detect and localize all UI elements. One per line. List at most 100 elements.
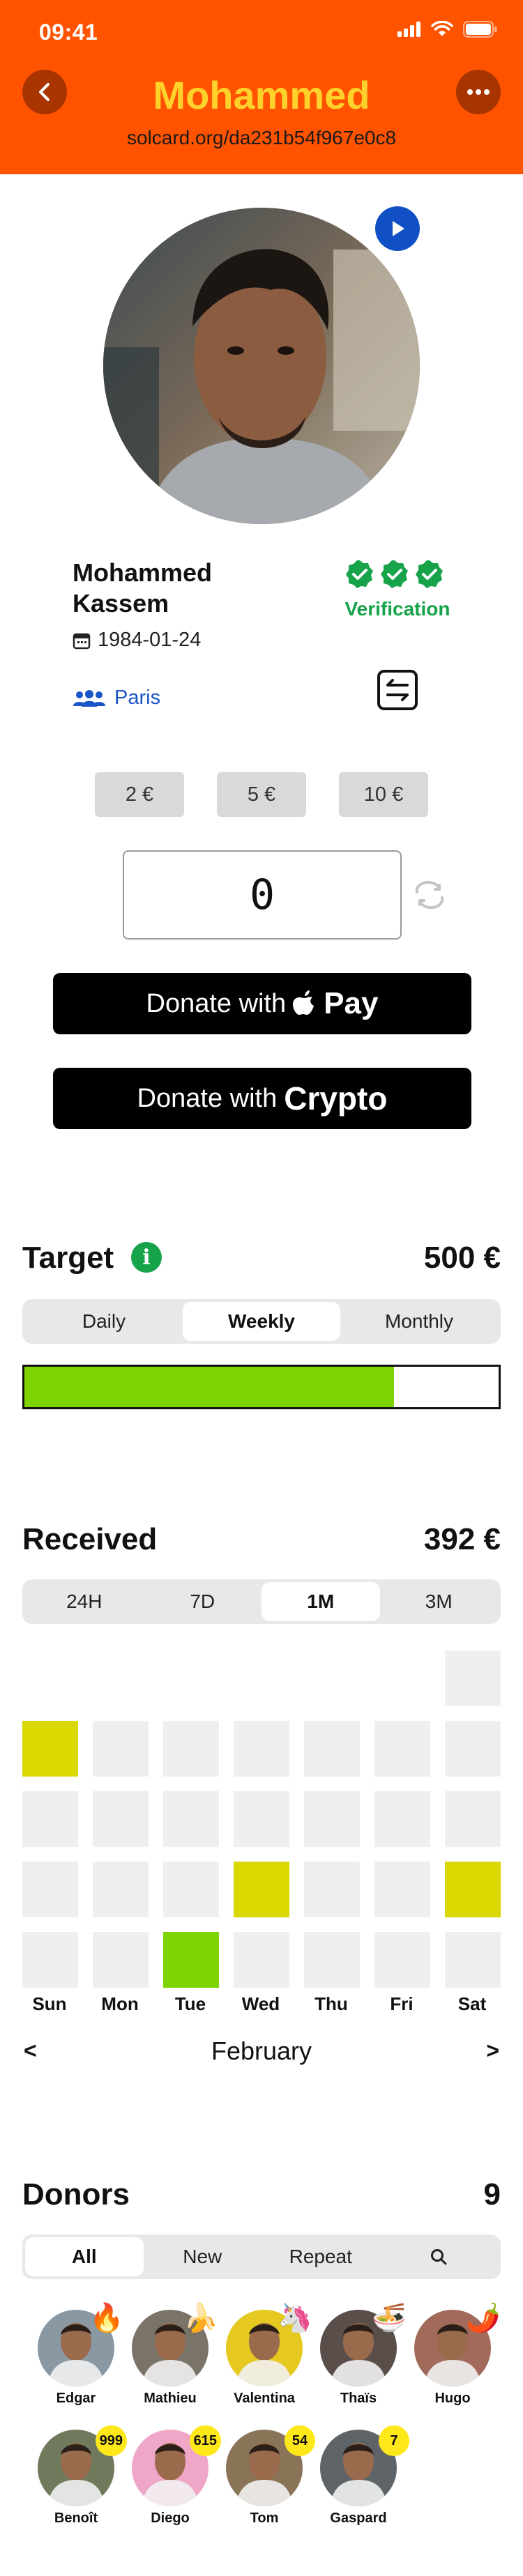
swap-arrows-icon	[377, 670, 418, 710]
tab-weekly[interactable]: Weekly	[183, 1302, 340, 1341]
received-value: 392 €	[423, 1522, 501, 1556]
donor-item[interactable]: 🌶️ Hugo	[402, 2303, 501, 2414]
donor-name: Thaïs	[340, 2391, 377, 2406]
wifi-icon	[431, 21, 453, 36]
donor-item[interactable]: 615 Diego	[119, 2425, 221, 2534]
heatmap-cell[interactable]	[93, 1721, 149, 1777]
donor-item[interactable]: 🔥 Edgar	[25, 2303, 124, 2414]
info-icon[interactable]: i	[131, 1242, 162, 1273]
heatmap-cell[interactable]	[163, 1932, 219, 1988]
signal-icon	[397, 22, 420, 37]
heatmap-cell[interactable]	[234, 1791, 289, 1847]
profile-url[interactable]: solcard.org/da231b54f967e0c8	[0, 127, 523, 149]
heatmap-cell[interactable]	[22, 1721, 78, 1777]
heatmap-cell[interactable]	[374, 1932, 430, 1988]
donor-name: Tom	[250, 2510, 279, 2526]
apple-logo-icon	[293, 990, 314, 1015]
donors-count: 9	[483, 2177, 501, 2211]
search-icon	[431, 2249, 447, 2265]
donor-item[interactable]: 🍜 Thaïs	[308, 2303, 407, 2414]
donor-name: Valentina	[234, 2391, 295, 2406]
tab-24h[interactable]: 24H	[25, 1582, 144, 1621]
battery-icon	[463, 21, 497, 38]
switch-card-button[interactable]	[375, 668, 420, 712]
donor-item[interactable]: 999 Benoît	[25, 2425, 127, 2534]
preset-amount-button[interactable]: 10 €	[339, 772, 428, 817]
location: Paris	[73, 687, 160, 710]
heatmap-cell[interactable]	[163, 1721, 219, 1777]
heatmap-cell[interactable]	[234, 1932, 289, 1988]
currency-switch-button[interactable]	[413, 880, 446, 910]
donor-name: Hugo	[434, 2391, 471, 2406]
donate-apple-prefix: Donate with	[146, 988, 287, 1018]
heatmap-cell[interactable]	[93, 1862, 149, 1917]
heatmap-cell[interactable]	[22, 1862, 78, 1917]
app-header: 09:41 Mohammed solcard.org/da231b54f967e…	[0, 0, 523, 174]
donor-name: Benoît	[54, 2510, 98, 2526]
tab-3m[interactable]: 3M	[380, 1582, 499, 1621]
tab-repeat[interactable]: Repeat	[262, 2237, 380, 2276]
heatmap-cell[interactable]	[304, 1791, 360, 1847]
verified-check-icon	[381, 560, 408, 588]
tab-new[interactable]: New	[144, 2237, 262, 2276]
heatmap-cell[interactable]	[163, 1862, 219, 1917]
heatmap-cell[interactable]	[374, 1721, 430, 1777]
city-label: Paris	[114, 687, 161, 709]
heatmap-cell[interactable]	[163, 1791, 219, 1847]
heatmap-cell[interactable]	[93, 1791, 149, 1847]
status-bar: 09:41	[0, 0, 523, 63]
tab-monthly[interactable]: Monthly	[340, 1302, 498, 1341]
donate-crypto-prefix: Donate with	[137, 1083, 278, 1113]
heatmap-cell[interactable]	[445, 1932, 501, 1988]
target-progress-bar	[22, 1365, 501, 1409]
heatmap-cell[interactable]	[374, 1862, 430, 1917]
heatmap-cell[interactable]	[304, 1721, 360, 1777]
donor-name: Gaspard	[330, 2510, 387, 2526]
heatmap-cell[interactable]	[445, 1650, 501, 1706]
donate-crypto-word: Crypto	[284, 1080, 388, 1117]
verification-label[interactable]: Verification	[328, 598, 467, 620]
more-horizontal-icon	[467, 89, 490, 95]
heatmap-cell[interactable]	[445, 1862, 501, 1917]
heatmap-cell[interactable]	[234, 1862, 289, 1917]
donation-count-badge: 7	[379, 2425, 409, 2456]
weekday-label: Tue	[174, 1993, 206, 2014]
heatmap-cell[interactable]	[374, 1791, 430, 1847]
heatmap-cell[interactable]	[22, 1791, 78, 1847]
weekday-label: Thu	[314, 1993, 348, 2014]
donor-item[interactable]: 🦄 Valentina	[213, 2303, 312, 2414]
heatmap-cell[interactable]	[93, 1932, 149, 1988]
profile-photo	[103, 208, 420, 524]
heatmap-cell[interactable]	[445, 1721, 501, 1777]
preset-amount-button[interactable]: 5 €	[217, 772, 306, 817]
tab-7d[interactable]: 7D	[144, 1582, 262, 1621]
heatmap-cell[interactable]	[304, 1932, 360, 1988]
tab-all[interactable]: All	[25, 2237, 144, 2276]
play-video-button[interactable]	[375, 206, 420, 251]
donate-crypto-button[interactable]: Donate with Crypto	[53, 1068, 471, 1129]
amount-input[interactable]: 0	[123, 850, 402, 940]
target-progress-fill	[24, 1367, 395, 1407]
donor-item[interactable]: 7 Gaspard	[308, 2425, 409, 2534]
donor-item[interactable]: 🍌 Mathieu	[119, 2303, 218, 2414]
tab-daily[interactable]: Daily	[25, 1302, 183, 1341]
heatmap-cell[interactable]	[445, 1791, 501, 1847]
verified-check-icon	[416, 560, 443, 588]
tab-1m[interactable]: 1M	[262, 1582, 380, 1621]
preset-amount-button[interactable]: 2 €	[95, 772, 184, 817]
donate-apple-pay-button[interactable]: Donate with Pay	[53, 973, 471, 1034]
more-options-button[interactable]	[456, 70, 501, 114]
next-month-button[interactable]: >	[486, 2038, 499, 2064]
received-range-tabs: 24H 7D 1M 3M	[22, 1579, 501, 1624]
heatmap-cell[interactable]	[234, 1721, 289, 1777]
weekday-label: Sun	[32, 1993, 67, 2014]
target-title: Target	[22, 1241, 114, 1275]
donor-filter-tabs: All New Repeat	[22, 2234, 501, 2279]
donor-search-button[interactable]	[380, 2237, 499, 2276]
heatmap-cell[interactable]	[304, 1862, 360, 1917]
donor-item[interactable]: 54 Tom	[213, 2425, 315, 2534]
status-time: 09:41	[39, 20, 98, 45]
month-label: February	[211, 2037, 312, 2065]
donor-emoji-badge: 🌶️	[466, 2303, 501, 2333]
heatmap-cell[interactable]	[22, 1932, 78, 1988]
